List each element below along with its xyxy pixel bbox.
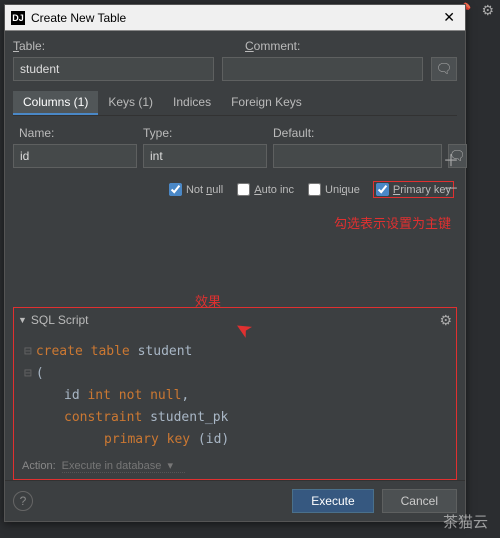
header-type: Type:	[143, 126, 273, 140]
close-icon[interactable]: ✕	[439, 9, 459, 26]
comment-label: Comment:	[245, 39, 457, 53]
top-input-row: 🗨	[13, 57, 457, 81]
tabs: Columns (1) Keys (1) Indices Foreign Key…	[13, 91, 457, 116]
annotation-primary-key: 勾选表示设置为主键	[334, 213, 451, 232]
script-settings-icon[interactable]: ⚙	[439, 312, 452, 329]
cancel-button[interactable]: Cancel	[382, 489, 457, 513]
column-name-input[interactable]	[13, 144, 137, 168]
gear-icon[interactable]: ⚙	[481, 2, 494, 19]
create-table-dialog: DJ Create New Table ✕ Table: Comment: 🗨 …	[4, 4, 466, 522]
header-name: Name:	[13, 126, 143, 140]
remove-column-icon[interactable]: －	[443, 175, 459, 199]
auto-inc-checkbox[interactable]	[237, 183, 250, 196]
header-default: Default:	[273, 126, 457, 140]
table-name-input[interactable]	[13, 57, 214, 81]
tab-columns[interactable]: Columns (1)	[13, 91, 98, 115]
primary-key-checkbox[interactable]	[376, 183, 389, 196]
comment-expand-icon[interactable]: 🗨	[431, 57, 457, 81]
collapse-icon[interactable]: ▼	[18, 315, 27, 325]
not-null-checkbox[interactable]	[169, 183, 182, 196]
column-headers: Name: Type: Default:	[13, 126, 457, 140]
tab-keys[interactable]: Keys (1)	[98, 91, 163, 115]
tab-indices[interactable]: Indices	[163, 91, 221, 115]
tab-foreign-keys[interactable]: Foreign Keys	[221, 91, 312, 115]
column-type-input[interactable]	[143, 144, 267, 168]
table-label: Table:	[13, 39, 225, 53]
sql-code[interactable]: ⊟create table student ⊟( id int not null…	[14, 333, 456, 455]
dialog-content: Table: Comment: 🗨 Columns (1) Keys (1) I…	[5, 31, 465, 480]
not-null-check[interactable]: Not null	[169, 183, 223, 196]
primary-key-check[interactable]: Primary key	[374, 182, 453, 197]
titlebar: DJ Create New Table ✕	[5, 5, 465, 31]
unique-check[interactable]: Unique	[308, 183, 360, 196]
app-icon: DJ	[11, 11, 25, 25]
dialog-title: Create New Table	[31, 11, 439, 25]
add-column-icon[interactable]: ＋	[443, 147, 459, 171]
execute-button[interactable]: Execute	[292, 489, 373, 513]
comment-input[interactable]	[222, 57, 423, 81]
column-default-input[interactable]	[273, 144, 442, 168]
auto-inc-check[interactable]: Auto inc	[237, 183, 294, 196]
side-operations: ＋ －	[443, 147, 459, 199]
column-definition-row: 🗨	[13, 144, 457, 168]
unique-checkbox[interactable]	[308, 183, 321, 196]
top-label-row: Table: Comment:	[13, 39, 457, 53]
action-row: Action: Execute in database ▾	[14, 455, 456, 479]
action-label: Action:	[22, 460, 56, 472]
help-icon[interactable]: ?	[13, 491, 33, 511]
sql-script-label: SQL Script	[31, 313, 89, 327]
annotation-effect: 效果	[195, 291, 221, 310]
column-flags: Not null Auto inc Unique Primary key	[13, 182, 453, 197]
dialog-footer: ? Execute Cancel	[5, 480, 465, 521]
action-select[interactable]: Execute in database ▾	[62, 459, 185, 473]
